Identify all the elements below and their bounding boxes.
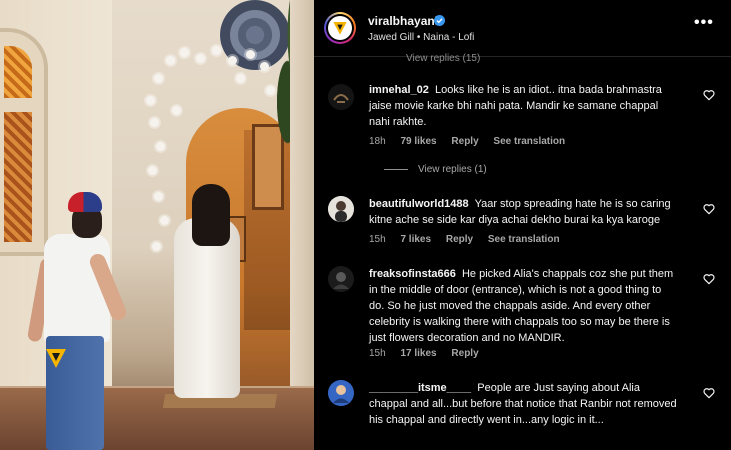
heart-icon[interactable] [702, 88, 716, 102]
comment-likes[interactable]: 17 likes [400, 348, 436, 359]
comment-time: 15h [369, 348, 386, 359]
woman-hair [192, 184, 230, 246]
viral-logo-icon [333, 22, 347, 35]
reply-button[interactable]: Reply [451, 136, 478, 147]
heart-icon[interactable] [702, 272, 716, 286]
comment-meta: 18h 79 likes Reply See translation [369, 136, 577, 147]
see-translation-button[interactable]: See translation [493, 136, 565, 147]
comment-time: 15h [369, 234, 386, 245]
arched-window [0, 28, 48, 256]
post-header: viralbhayani Jawed Gill • Naina - Lofi •… [314, 0, 731, 56]
watermark-logo-icon [46, 349, 66, 368]
avatar[interactable] [328, 266, 354, 292]
reply-button[interactable]: Reply [451, 348, 478, 359]
view-replies-label: View replies (1) [418, 164, 487, 175]
comment-text: ________itsme____ People are Just saying… [369, 380, 679, 428]
pillar [290, 0, 314, 450]
comment-meta: 15h 17 likes Reply [369, 348, 491, 359]
comment-time: 18h [369, 136, 386, 147]
comment-meta: 15h 7 likes Reply See translation [369, 234, 572, 245]
comment-username[interactable]: freaksofinsta666 [369, 268, 456, 280]
view-replies-button[interactable]: View replies (1) [384, 164, 487, 175]
view-replies-cutoff[interactable]: View replies (15) [406, 53, 480, 64]
profile-avatar[interactable] [324, 12, 356, 44]
comment-likes[interactable]: 79 likes [400, 136, 436, 147]
comment-text: freaksofinsta666 He picked Alia's chappa… [369, 266, 679, 346]
comment-username[interactable]: beautifulworld1488 [369, 198, 469, 210]
audio-track[interactable]: Jawed Gill • Naina - Lofi [368, 32, 474, 43]
verified-badge-icon [434, 15, 445, 26]
avatar[interactable] [328, 196, 354, 222]
more-options-icon[interactable]: ••• [694, 14, 714, 32]
heart-icon[interactable] [702, 386, 716, 400]
post-photo[interactable] [0, 0, 314, 450]
comment-likes[interactable]: 7 likes [400, 234, 431, 245]
header-divider [314, 56, 731, 57]
post-username[interactable]: viralbhayani [368, 14, 438, 28]
comment-username[interactable]: ________itsme____ [369, 382, 471, 394]
comment-text: imnehal_02 Looks like he is an idiot.. i… [369, 82, 679, 130]
comment-text: beautifulworld1488 Yaar stop spreading h… [369, 196, 679, 228]
avatar[interactable] [328, 380, 354, 406]
reply-button[interactable]: Reply [446, 234, 473, 245]
man-cap [68, 192, 102, 212]
see-translation-button[interactable]: See translation [488, 234, 560, 245]
avatar[interactable] [328, 84, 354, 110]
comment-username[interactable]: imnehal_02 [369, 84, 429, 96]
comments-panel: viralbhayani Jawed Gill • Naina - Lofi •… [314, 0, 731, 450]
heart-icon[interactable] [702, 202, 716, 216]
